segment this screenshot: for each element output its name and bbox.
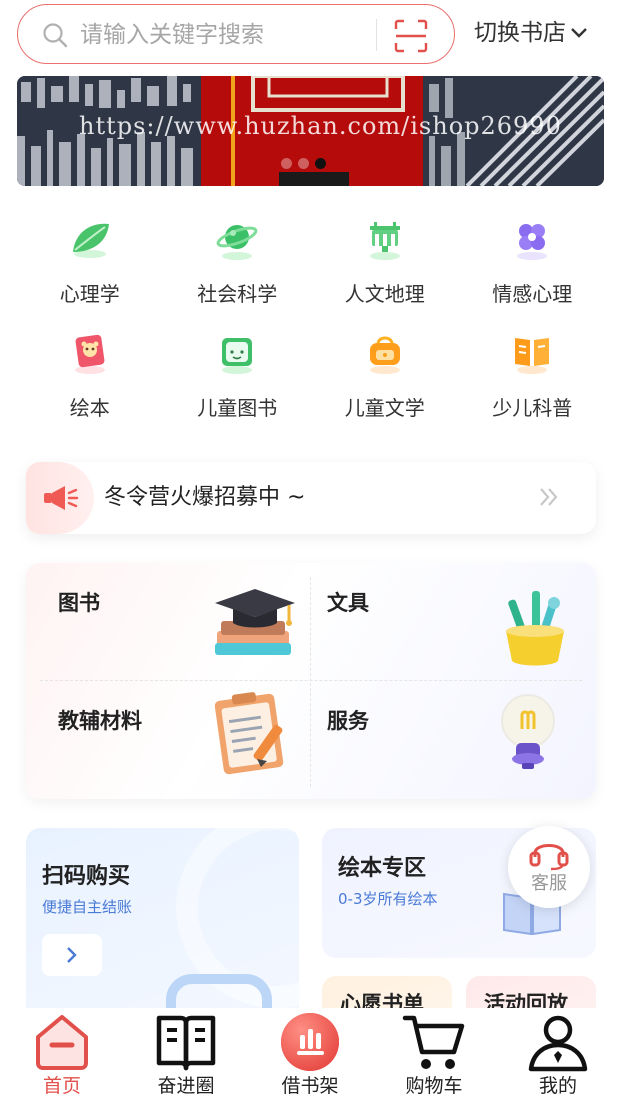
category-label: 心理学 (59, 282, 120, 306)
search-bar[interactable]: 请输入关键字搜索 (17, 4, 455, 64)
clover-icon (517, 224, 548, 260)
pencil-cup-icon (506, 591, 564, 666)
category-item[interactable]: 儿童图书 (164, 322, 312, 436)
grid-item-label: 教辅材料 (58, 709, 142, 733)
carousel-dot[interactable] (281, 158, 292, 169)
customer-service-button[interactable]: 客服 (508, 826, 590, 908)
category-label: 绘本 (69, 396, 110, 420)
category-item[interactable]: 心理学 (16, 208, 164, 322)
landmark-icon (369, 222, 400, 260)
category-label: 儿童图书 (197, 396, 278, 420)
double-chevron-right-icon[interactable] (538, 484, 560, 510)
picture-book-zone-title: 绘本专区 (338, 856, 427, 881)
tab-profile[interactable]: 我的 (496, 1008, 620, 1099)
lightbulb-icon (501, 694, 555, 769)
grid-item-label: 文具 (327, 591, 369, 615)
grid-item-teaching-materials[interactable]: 教辅材料 (26, 681, 311, 799)
feature-grid: 图书 文具 教辅材料 服务 (26, 563, 596, 799)
grid-item-label: 服务 (327, 709, 369, 733)
category-item[interactable]: 情感心理 (459, 208, 607, 322)
banner-carousel[interactable]: https://www.huzhan.com/ishop26990 (17, 76, 604, 186)
category-item[interactable]: 人文地理 (311, 208, 459, 322)
tab-home[interactable]: 首页 (0, 1008, 124, 1099)
banner-watermark: https://www.huzhan.com/ishop26990 (79, 112, 562, 140)
category-label: 少儿科普 (492, 396, 573, 420)
notice-bar[interactable]: 冬令营火爆招募中 ~ (26, 462, 596, 534)
book-icon (156, 1015, 216, 1070)
shelf-chart-icon (281, 1012, 339, 1071)
scan-card-subtitle: 便捷自主结账 (42, 898, 133, 916)
tab-label: 我的 (538, 1075, 577, 1097)
grid-item-label: 图书 (58, 591, 100, 615)
megaphone-icon (44, 486, 79, 510)
tab-label: 首页 (42, 1075, 81, 1097)
category-item[interactable]: 绘本 (16, 322, 164, 436)
leaf-icon (72, 223, 109, 258)
tab-label: 奋进圈 (157, 1075, 215, 1097)
category-item[interactable]: 儿童文学 (311, 322, 459, 436)
scan-go-button[interactable] (42, 934, 102, 976)
notice-badge (26, 462, 94, 534)
category-item[interactable]: 少儿科普 (459, 322, 607, 436)
kids-book-icon (222, 338, 253, 374)
top-header: 请输入关键字搜索 切换书店 (0, 0, 621, 70)
category-item[interactable]: 社会科学 (164, 208, 312, 322)
clipboard-icon (214, 692, 284, 775)
scan-purchase-card[interactable]: 扫码购买 便捷自主结账 (26, 828, 299, 1028)
picture-book-zone-subtitle: 0-3岁所有绘本 (338, 890, 438, 908)
search-divider (376, 19, 377, 51)
category-label: 社会科学 (197, 282, 278, 306)
cart-icon (402, 1015, 465, 1069)
grid-item-books[interactable]: 图书 (26, 563, 311, 681)
bag-icon (369, 336, 400, 374)
category-label: 情感心理 (492, 282, 573, 306)
tab-label: 购物车 (405, 1075, 463, 1097)
customer-service-label: 客服 (531, 873, 567, 894)
switch-store-label: 切换书店 (474, 20, 566, 46)
app-page: 请输入关键字搜索 切换书店 https://www.huzhan.com/ish… (0, 0, 621, 1099)
tab-community[interactable]: 奋进圈 (124, 1008, 248, 1099)
picture-book-icon (74, 334, 105, 374)
graduation-cap-icon (215, 589, 295, 655)
bottom-tab-bar: 首页 奋进圈 借书架 购物车 我的 (0, 1008, 621, 1099)
category-label: 人文地理 (344, 282, 425, 306)
search-icon (43, 23, 68, 48)
category-grid: 心理学 社会科学 人文地理 情感心理 绘本 儿童图书 儿童文学 少儿科普 (16, 208, 606, 436)
switch-store-button[interactable]: 切换书店 (474, 16, 588, 50)
chevron-down-icon (571, 28, 587, 38)
search-input[interactable]: 请输入关键字搜索 (80, 19, 264, 51)
notice-text: 冬令营火爆招募中 ~ (104, 485, 306, 510)
tab-cart[interactable]: 购物车 (372, 1008, 496, 1099)
scan-icon[interactable] (394, 19, 428, 53)
user-icon (528, 1015, 588, 1071)
chevron-right-icon (67, 947, 77, 963)
grid-item-stationery[interactable]: 文具 (311, 563, 596, 681)
carousel-indicators (281, 158, 326, 169)
carousel-dot[interactable] (298, 158, 309, 169)
home-icon (36, 1014, 88, 1070)
tab-label: 借书架 (281, 1075, 339, 1097)
tab-bookshelf[interactable]: 借书架 (248, 1008, 372, 1099)
planet-icon (216, 225, 258, 260)
category-label: 儿童文学 (344, 396, 425, 420)
scan-card-title: 扫码购买 (42, 864, 131, 889)
open-book-icon (515, 338, 550, 374)
headset-icon (529, 844, 569, 871)
grid-item-services[interactable]: 服务 (311, 681, 596, 799)
carousel-dot-active[interactable] (315, 158, 326, 169)
